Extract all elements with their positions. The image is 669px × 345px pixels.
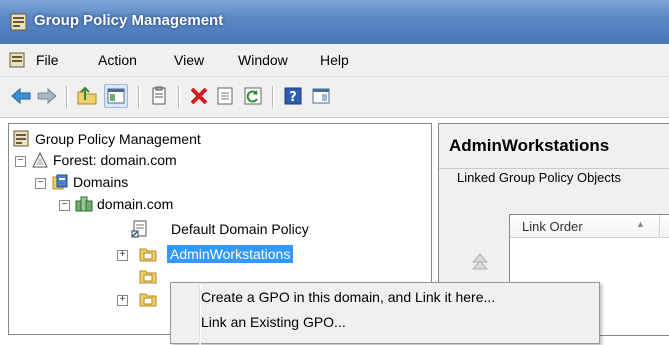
ou-folder-icon <box>139 293 157 307</box>
column-divider[interactable] <box>659 215 660 237</box>
tree-label-root: Group Policy Management <box>35 131 201 147</box>
collapse-icon[interactable]: − <box>15 156 26 167</box>
system-menu-icon[interactable] <box>9 52 27 68</box>
toolbar-separator <box>66 86 68 108</box>
back-arrow-icon[interactable] <box>10 85 32 107</box>
properties-icon[interactable] <box>214 85 236 107</box>
tab-strip <box>439 168 669 169</box>
window-title: Group Policy Management <box>34 12 224 29</box>
list-header: Link Order ▲ <box>510 215 669 238</box>
gpmc-icon <box>13 130 29 147</box>
toolbar-separator <box>272 86 274 108</box>
forward-arrow-icon[interactable] <box>36 85 58 107</box>
menu-help[interactable]: Help <box>320 52 349 68</box>
context-menu: Create a GPO in this domain, and Link it… <box>170 282 600 345</box>
tree-label-domains: Domains <box>73 174 129 190</box>
tree-label-adminworkstations: AdminWorkstations <box>167 245 294 263</box>
tab-linked-gpos[interactable]: Linked Group Policy Objects <box>457 170 621 185</box>
menu-view[interactable]: View <box>174 52 204 68</box>
ou-folder-icon <box>139 248 157 262</box>
tree-label-forest: Forest: domain.com <box>53 152 177 168</box>
domain-icon <box>75 196 93 212</box>
ou-folder-icon <box>139 270 157 284</box>
gpmc-app-icon <box>10 13 27 31</box>
collapse-icon[interactable]: − <box>35 178 46 189</box>
show-hide-tree-icon[interactable] <box>104 84 128 108</box>
menu-item-create-gpo[interactable]: Create a GPO in this domain, and Link it… <box>201 289 495 305</box>
menu-window[interactable]: Window <box>238 52 288 68</box>
help-icon[interactable]: ? <box>282 85 304 107</box>
copy-icon[interactable] <box>148 85 170 107</box>
toolbar: ? <box>0 77 669 118</box>
console-tree-icon[interactable] <box>310 85 332 107</box>
forest-icon <box>32 151 48 168</box>
menu-action[interactable]: Action <box>98 52 137 68</box>
expand-icon[interactable]: + <box>117 295 128 306</box>
title-bar: Group Policy Management <box>0 0 669 44</box>
menu-bar: File Action View Window Help <box>0 44 669 77</box>
toolbar-separator <box>138 86 140 108</box>
domains-icon <box>52 174 68 190</box>
menu-item-link-existing-gpo[interactable]: Link an Existing GPO... <box>201 314 346 330</box>
details-title: AdminWorkstations <box>449 136 610 155</box>
move-link-up-icon[interactable] <box>471 252 489 272</box>
sort-ascending-icon: ▲ <box>636 219 645 229</box>
menu-file[interactable]: File <box>36 52 59 68</box>
expand-icon[interactable]: + <box>117 250 128 261</box>
collapse-icon[interactable]: − <box>59 200 70 211</box>
gpo-link-icon <box>131 220 147 238</box>
tree-label-default-domain-policy: Default Domain Policy <box>171 221 309 237</box>
tree-label-domain: domain.com <box>97 196 174 212</box>
refresh-icon[interactable] <box>242 85 264 107</box>
svg-text:?: ? <box>289 90 297 105</box>
column-header-link-order[interactable]: Link Order <box>522 219 583 234</box>
up-folder-icon[interactable] <box>76 85 98 107</box>
toolbar-separator <box>178 86 180 108</box>
delete-icon[interactable] <box>188 85 210 107</box>
